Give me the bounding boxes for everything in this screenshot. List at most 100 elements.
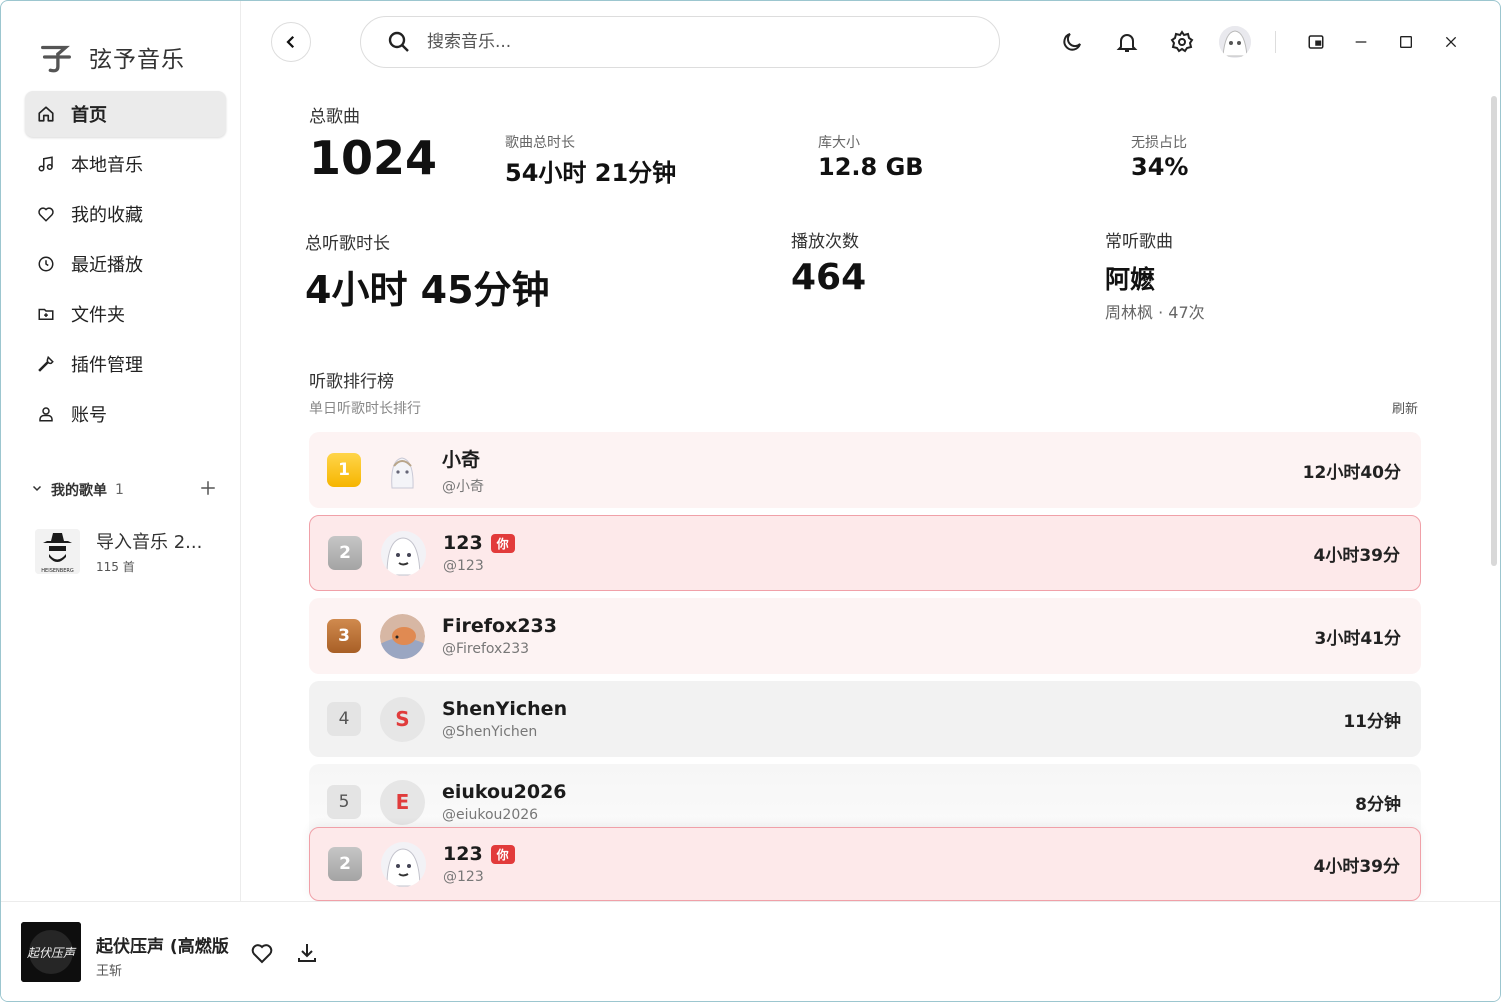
search-bar[interactable] <box>360 16 1000 68</box>
rank-user-handle: @123 <box>443 869 484 885</box>
playlists-header[interactable]: 我的歌单 1 <box>31 477 217 503</box>
album-cover[interactable]: 起伏压声 <box>21 922 81 982</box>
rank-listen-time: 4小时39分 <box>1313 545 1401 566</box>
avatar <box>381 530 426 576</box>
sidebar-item-label: 账号 <box>71 405 107 426</box>
download-icon <box>298 944 316 962</box>
sidebar-item-plugins[interactable]: 插件管理 <box>25 341 226 387</box>
dark-mode-button[interactable] <box>1055 25 1089 59</box>
rank-badge: 1 <box>327 453 361 487</box>
avatar <box>1219 26 1251 58</box>
plays-value: 464 <box>791 257 867 298</box>
playlist-title: 导入音乐 2... <box>96 531 203 553</box>
lossless-value: 34% <box>1131 153 1189 181</box>
like-button[interactable] <box>247 938 277 968</box>
library-size-value: 12.8 GB <box>818 153 924 181</box>
ranking-row[interactable]: 4 S ShenYichen @ShenYichen 11分钟 <box>309 681 1421 757</box>
avatar <box>381 841 426 887</box>
ranking-row[interactable]: 1 小奇 @小奇 12小时40分 <box>309 432 1421 508</box>
wrench-icon <box>35 353 57 375</box>
listen-time-value: 4小时 45分钟 <box>305 268 550 312</box>
playlist-cover: HEISENBERG <box>35 528 80 574</box>
top-song-label: 常听歌曲 <box>1105 232 1173 252</box>
rank-user-name: 123 <box>443 843 483 865</box>
notifications-button[interactable] <box>1110 25 1144 59</box>
rank-user-name: eiukou2026 <box>442 781 567 803</box>
close-button[interactable] <box>1434 25 1468 59</box>
add-playlist-icon[interactable] <box>199 479 217 501</box>
search-input[interactable] <box>427 32 947 52</box>
rank-listen-time: 12小时40分 <box>1302 462 1401 483</box>
ranking-row-current-user[interactable]: 2 123 你 @123 4小时39分 <box>309 515 1421 591</box>
moon-icon <box>1063 33 1081 51</box>
sidebar-item-folders[interactable]: 文件夹 <box>25 291 226 337</box>
rank-user-name: ShenYichen <box>442 698 568 720</box>
scrollbar[interactable] <box>1491 96 1497 566</box>
brand: 弦予音乐 <box>37 37 185 77</box>
duration-label: 歌曲总时长 <box>505 135 575 151</box>
music-note-icon <box>35 153 57 175</box>
rank-user-handle: @Firefox233 <box>442 641 530 657</box>
mini-player-button[interactable] <box>1299 25 1333 59</box>
top-song-value[interactable]: 阿嬷 <box>1105 260 1155 296</box>
rank-user-handle: @eiukou2026 <box>442 807 539 823</box>
sidebar-item-local-music[interactable]: 本地音乐 <box>25 141 226 187</box>
chevron-down-icon <box>31 482 43 498</box>
sidebar-item-account[interactable]: 账号 <box>25 391 226 437</box>
album-art: 起伏压声 <box>21 922 81 982</box>
avatar-letter: S <box>380 696 425 742</box>
playlist-item[interactable]: HEISENBERG 导入音乐 2... 115 首 <box>35 527 215 575</box>
playlist-count: 115 首 <box>96 559 135 574</box>
ranking-row-current-user-sticky[interactable]: 2 123 你 @123 4小时39分 <box>309 827 1421 901</box>
minimize-button[interactable] <box>1344 25 1378 59</box>
rank-user-name: 小奇 <box>442 448 481 471</box>
rank-listen-time: 3小时41分 <box>1314 628 1402 649</box>
rank-badge: 2 <box>328 847 362 881</box>
rank-listen-time: 8分钟 <box>1355 794 1401 815</box>
picture-in-picture-icon <box>1308 35 1324 49</box>
user-avatar-button[interactable] <box>1218 25 1252 59</box>
settings-button[interactable] <box>1165 25 1199 59</box>
home-icon <box>35 103 57 125</box>
bell-icon <box>1116 34 1138 52</box>
playlists-header-label: 我的歌单 <box>51 483 107 499</box>
folder-icon <box>35 303 57 325</box>
close-icon <box>1445 36 1457 48</box>
toolbar-divider <box>1275 31 1276 53</box>
avatar-letter: E <box>380 779 425 825</box>
listen-time-label: 总听歌时长 <box>305 234 390 254</box>
svg-text:起伏压声: 起伏压声 <box>27 946 77 960</box>
rank-badge: 4 <box>327 702 361 736</box>
sidebar-item-recent[interactable]: 最近播放 <box>25 241 226 287</box>
heart-icon <box>35 203 57 225</box>
plays-label: 播放次数 <box>791 232 859 252</box>
heart-icon <box>251 944 273 964</box>
refresh-button[interactable]: 刷新 <box>1392 398 1418 417</box>
avatar <box>380 447 425 493</box>
chevron-left-icon <box>286 35 295 49</box>
heisenberg-icon: HEISENBERG <box>35 528 80 574</box>
total-songs-value: 1024 <box>309 131 438 185</box>
rank-user-handle: @小奇 <box>442 478 484 495</box>
sidebar: 弦予音乐 首页 本地音乐 我的收藏 最近播放 文件夹 插件管理 账号 我的歌单 … <box>1 1 241 901</box>
download-button[interactable] <box>292 938 322 968</box>
lossless-label: 无损占比 <box>1131 135 1187 151</box>
maximize-button[interactable] <box>1389 25 1423 59</box>
library-size-label: 库大小 <box>818 135 860 151</box>
app-logo-icon <box>41 45 71 73</box>
rank-badge: 3 <box>327 619 361 653</box>
now-playing-artist[interactable]: 王斩 <box>96 960 122 979</box>
app-name: 弦予音乐 <box>89 47 185 73</box>
sidebar-item-home[interactable]: 首页 <box>25 91 226 137</box>
minimize-icon <box>1355 41 1367 43</box>
app-window: 弦予音乐 首页 本地音乐 我的收藏 最近播放 文件夹 插件管理 账号 我的歌单 … <box>0 0 1501 1002</box>
sidebar-item-label: 最近播放 <box>71 255 143 276</box>
now-playing-title[interactable]: 起伏压声 (高燃版 <box>96 932 236 957</box>
svg-text:HEISENBERG: HEISENBERG <box>41 568 74 574</box>
back-button[interactable] <box>271 22 311 62</box>
ranking-row[interactable]: 3 Firefox233 @Firefox233 3小时41分 <box>309 598 1421 674</box>
player-bar: 起伏压声 起伏压声 (高燃版 王斩 <box>1 901 1500 1001</box>
total-songs-label: 总歌曲 <box>309 107 360 127</box>
clock-icon <box>35 253 57 275</box>
sidebar-item-favorites[interactable]: 我的收藏 <box>25 191 226 237</box>
